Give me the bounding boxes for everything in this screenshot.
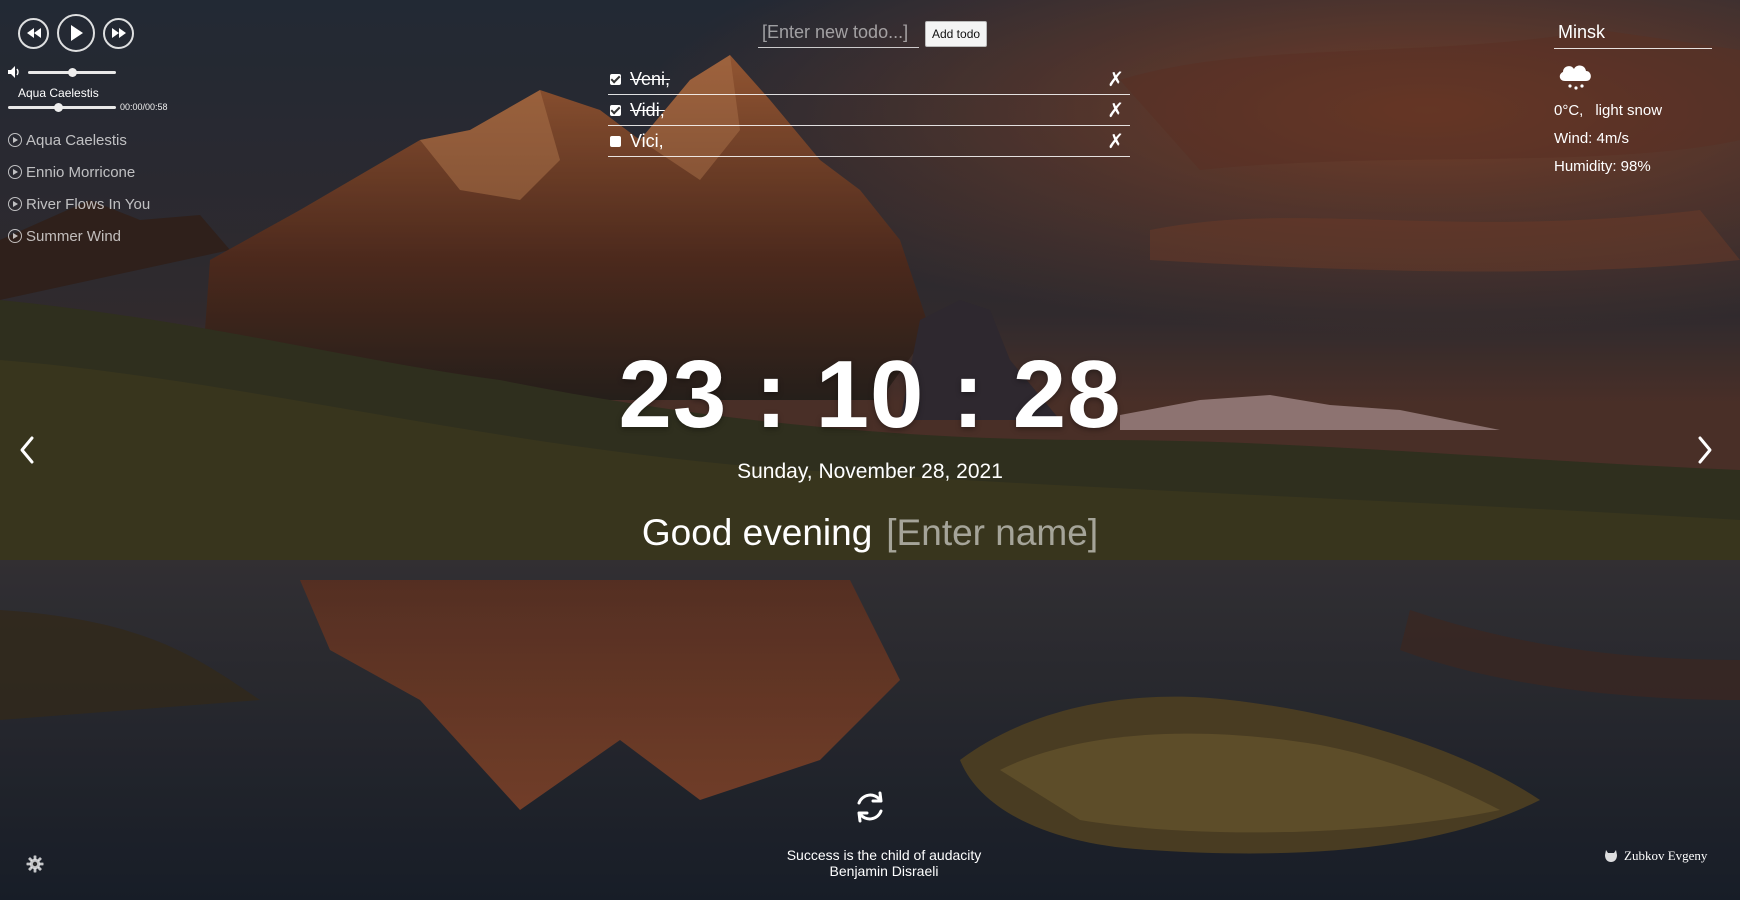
play-button[interactable] — [57, 14, 95, 52]
playlist-item[interactable]: Aqua Caelestis — [8, 124, 188, 156]
github-icon — [1605, 850, 1617, 862]
todo-checkbox[interactable] — [610, 104, 621, 116]
gear-icon — [26, 855, 44, 873]
todo-form: Add todo — [758, 20, 988, 48]
weather-description: light snow — [1595, 102, 1663, 119]
humidity: Humidity: 98% — [1554, 158, 1651, 175]
fast-forward-icon — [111, 28, 126, 38]
play-circle-icon — [8, 133, 22, 147]
player-controls — [18, 14, 188, 52]
todo-item: Veni, ✗ — [608, 64, 1130, 95]
track-time: 00:00/00:58 — [120, 102, 168, 112]
play-circle-icon — [8, 165, 22, 179]
settings-button[interactable] — [26, 855, 44, 873]
delete-todo-icon[interactable]: ✗ — [1107, 129, 1124, 154]
greeting-text: Good evening — [641, 512, 873, 553]
city-input[interactable] — [1554, 20, 1712, 49]
progress-row: 00:00/00:58 — [8, 102, 188, 112]
todo-text[interactable]: Vici, — [630, 131, 664, 152]
todo-text[interactable]: Veni, — [630, 69, 670, 90]
quote: Success is the child of audacity Benjami… — [0, 847, 1740, 879]
todo-list: Veni, ✗ Vidi, ✗ Vici, ✗ — [608, 64, 1130, 157]
quote-text: Success is the child of audacity — [786, 847, 982, 863]
play-icon — [71, 25, 83, 41]
next-track-button[interactable] — [103, 17, 134, 49]
author-name: Zubkov Evgeny — [1624, 848, 1708, 863]
temperature-row: 0°C, light snow — [1554, 102, 1712, 124]
playlist: Aqua Caelestis Ennio Morricone River Flo… — [8, 124, 188, 252]
delete-todo-icon[interactable]: ✗ — [1107, 67, 1124, 92]
add-todo-button[interactable]: Add todo — [925, 21, 988, 47]
temperature: 0°C, — [1554, 102, 1584, 119]
play-circle-icon — [8, 197, 22, 211]
rewind-icon — [26, 28, 41, 38]
greeting-row: Good evening [Enter name] — [0, 512, 1740, 554]
playlist-item[interactable]: Ennio Morricone — [8, 156, 188, 188]
name-input[interactable]: [Enter name] — [886, 512, 1098, 553]
todo-checkbox[interactable] — [610, 73, 621, 85]
todo-text[interactable]: Vidi, — [630, 100, 665, 121]
volume-slider[interactable] — [28, 67, 116, 77]
volume-icon[interactable] — [8, 66, 22, 78]
play-circle-icon — [8, 229, 22, 243]
clock: 23 : 10 : 28 — [618, 341, 1122, 448]
current-track-title: Aqua Caelestis — [18, 86, 99, 100]
snow-cloud-icon — [1556, 61, 1712, 96]
volume-slider-knob[interactable] — [68, 67, 77, 77]
progress-slider[interactable] — [8, 102, 116, 112]
todo-checkbox[interactable] — [610, 135, 621, 147]
prev-track-button[interactable] — [18, 17, 49, 49]
new-todo-input[interactable] — [758, 20, 919, 48]
date: Sunday, November 28, 2021 — [737, 460, 1003, 483]
refresh-icon — [857, 791, 883, 823]
author-link[interactable]: Zubkov Evgeny — [1604, 848, 1707, 864]
volume-control — [8, 66, 188, 78]
audio-player: Aqua Caelestis 00:00/00:58 Aqua Caelesti… — [8, 14, 188, 252]
wind: Wind: 4m/s — [1554, 130, 1630, 147]
progress-slider-knob[interactable] — [53, 102, 63, 112]
refresh-quote-button[interactable] — [851, 788, 889, 826]
weather-widget: 0°C, light snow Wind: 4m/s Humidity: 98% — [1554, 20, 1712, 180]
playlist-item[interactable]: River Flows In You — [8, 188, 188, 220]
todo-item: Vici, ✗ — [608, 126, 1130, 157]
todo-item: Vidi, ✗ — [608, 95, 1130, 126]
quote-author: Benjamin Disraeli — [829, 863, 939, 879]
playlist-item[interactable]: Summer Wind — [8, 220, 188, 252]
delete-todo-icon[interactable]: ✗ — [1107, 98, 1124, 123]
